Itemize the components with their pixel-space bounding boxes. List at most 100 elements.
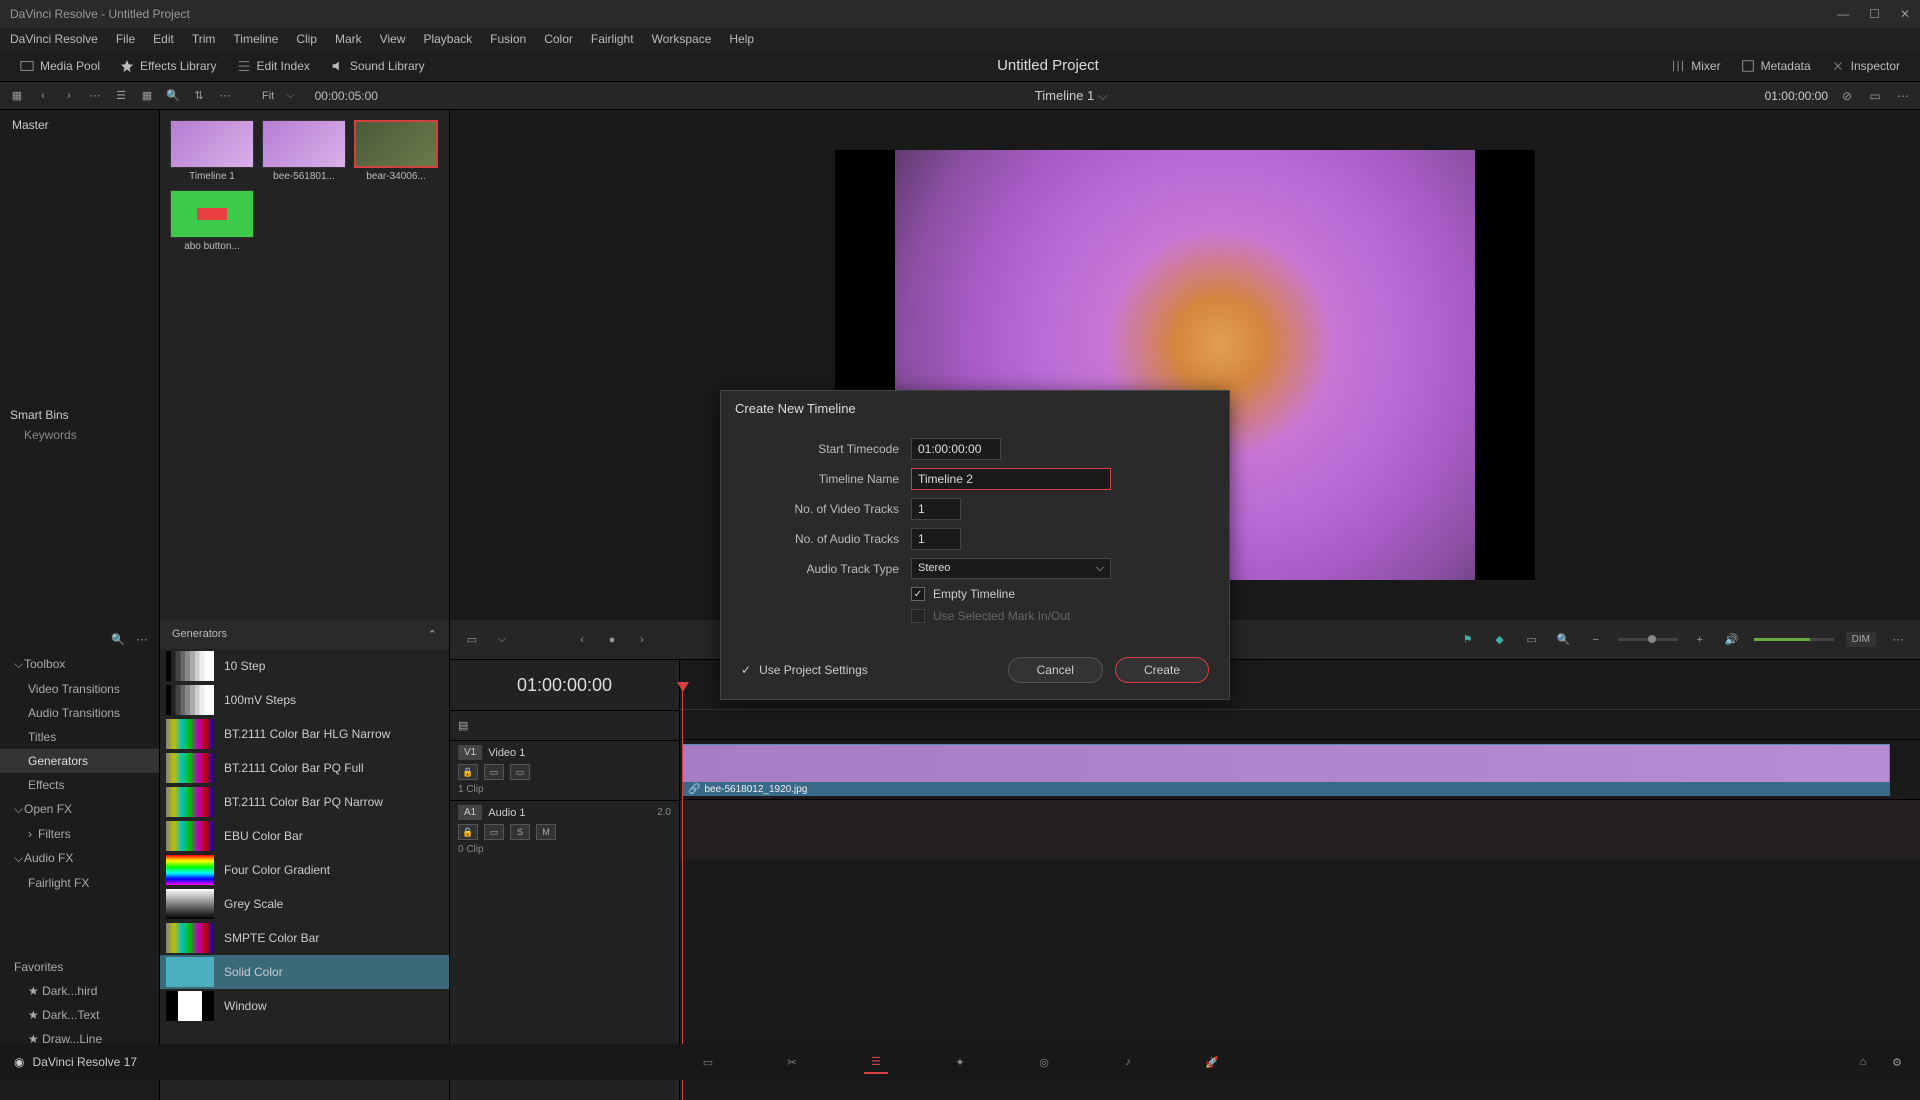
search-icon[interactable]: 🔍 xyxy=(109,630,127,648)
speaker-icon[interactable]: 🔊 xyxy=(1722,630,1742,650)
zoom-out-icon[interactable]: − xyxy=(1586,630,1606,650)
fx-effects[interactable]: Effects xyxy=(0,773,159,797)
menu-item[interactable]: View xyxy=(380,32,406,46)
solo-button[interactable]: S xyxy=(510,824,530,840)
menu-item[interactable]: Playback xyxy=(423,32,472,46)
next-edit-icon[interactable]: › xyxy=(632,630,652,650)
bin-view-icon[interactable]: ▦ xyxy=(8,87,26,105)
menu-item[interactable]: Fusion xyxy=(490,32,526,46)
edit-page-icon[interactable]: ☰ xyxy=(864,1050,888,1074)
volume-slider[interactable] xyxy=(1754,638,1834,641)
edit-index-button[interactable]: Edit Index xyxy=(227,55,320,77)
cut-page-icon[interactable]: ✂ xyxy=(780,1050,804,1074)
fit-dropdown[interactable]: Fit xyxy=(262,90,274,102)
smart-bins-header[interactable]: Smart Bins xyxy=(10,408,149,422)
options-icon[interactable]: ⋯ xyxy=(1888,630,1908,650)
empty-timeline-checkbox[interactable]: ✓ xyxy=(911,587,925,601)
mute-button[interactable]: M xyxy=(536,824,556,840)
marker-icon[interactable]: ◆ xyxy=(1490,630,1510,650)
video-track-lane[interactable]: 🔗bee-5618012_1920.jpg xyxy=(680,740,1920,800)
search-icon[interactable]: 🔍 xyxy=(1554,630,1574,650)
menu-item[interactable]: Edit xyxy=(153,32,174,46)
menu-item[interactable]: Clip xyxy=(296,32,317,46)
menu-item[interactable]: Mark xyxy=(335,32,362,46)
metadata-button[interactable]: Metadata xyxy=(1731,55,1821,77)
auto-select-icon[interactable]: ▭ xyxy=(484,764,504,780)
fairlight-page-icon[interactable]: ♪ xyxy=(1116,1050,1140,1074)
home-icon[interactable]: ⌂ xyxy=(1854,1053,1872,1071)
fx-fairlight[interactable]: Fairlight FX xyxy=(0,871,159,895)
generator-item[interactable]: BT.2111 Color Bar HLG Narrow xyxy=(160,717,449,751)
fx-generators[interactable]: Generators xyxy=(0,749,159,773)
audio-type-select[interactable]: Stereo⌵ xyxy=(911,558,1111,579)
dim-button[interactable]: DIM xyxy=(1846,632,1876,647)
nav-back-icon[interactable]: ‹ xyxy=(34,87,52,105)
media-pool-button[interactable]: Media Pool xyxy=(10,55,110,77)
menu-item[interactable]: Workspace xyxy=(652,32,712,46)
menu-item[interactable]: Help xyxy=(729,32,754,46)
generator-item[interactable]: Window xyxy=(160,989,449,1023)
playhead[interactable] xyxy=(682,690,683,1100)
bypass-icon[interactable]: ⊘ xyxy=(1838,87,1856,105)
options-icon[interactable]: ⋯ xyxy=(216,87,234,105)
generator-item[interactable]: 100mV Steps xyxy=(160,683,449,717)
menu-item[interactable]: Color xyxy=(544,32,573,46)
minimize-icon[interactable]: — xyxy=(1837,7,1849,21)
generator-item[interactable]: 10 Step xyxy=(160,649,449,683)
media-page-icon[interactable]: ▭ xyxy=(696,1050,720,1074)
generator-item[interactable]: Four Color Gradient xyxy=(160,853,449,887)
sort-icon[interactable]: ⇅ xyxy=(190,87,208,105)
clip-thumbnail[interactable]: abo button... xyxy=(170,190,254,252)
generator-item[interactable]: BT.2111 Color Bar PQ Narrow xyxy=(160,785,449,819)
menu-item[interactable]: File xyxy=(116,32,135,46)
cancel-button[interactable]: Cancel xyxy=(1008,657,1103,683)
chevron-down-icon[interactable]: ⌵ xyxy=(492,630,512,650)
video-tracks-input[interactable]: 1 xyxy=(911,498,961,520)
options-icon[interactable]: ⋯ xyxy=(133,630,151,648)
maximize-icon[interactable]: ☐ xyxy=(1869,7,1880,21)
deliver-page-icon[interactable]: 🚀 xyxy=(1200,1050,1224,1074)
generator-item[interactable]: Solid Color xyxy=(160,955,449,989)
keywords-bin[interactable]: Keywords xyxy=(10,422,149,448)
create-button[interactable]: Create xyxy=(1115,657,1209,683)
more-icon[interactable]: ⋯ xyxy=(86,87,104,105)
fav-item[interactable]: ★ Dark...hird xyxy=(0,979,159,1003)
clip-thumbnail[interactable]: Timeline 1 xyxy=(170,120,254,182)
use-project-settings-checkbox[interactable]: ✓ xyxy=(741,663,751,677)
color-page-icon[interactable]: ◎ xyxy=(1032,1050,1056,1074)
sound-library-button[interactable]: Sound Library xyxy=(320,55,435,77)
timeline-name-input[interactable]: Timeline 2 xyxy=(911,468,1111,490)
prev-edit-icon[interactable]: ‹ xyxy=(572,630,592,650)
audio-tracks-input[interactable]: 1 xyxy=(911,528,961,550)
toolbox-header[interactable]: ⌵Toolbox xyxy=(0,652,159,677)
flag-icon[interactable]: ⚑ xyxy=(1458,630,1478,650)
thumb-view-icon[interactable]: ▦ xyxy=(138,87,156,105)
selection-tool-icon[interactable]: ▭ xyxy=(462,630,482,650)
disable-icon[interactable]: ▭ xyxy=(510,764,530,780)
auto-select-icon[interactable]: ▭ xyxy=(484,824,504,840)
collapse-icon[interactable]: ⌃ xyxy=(428,628,437,641)
nav-fwd-icon[interactable]: › xyxy=(60,87,78,105)
menu-item[interactable]: DaVinci Resolve xyxy=(10,32,98,46)
clip-thumbnail[interactable]: bee-561801... xyxy=(262,120,346,182)
audio-track-lane[interactable] xyxy=(680,800,1920,860)
close-icon[interactable]: ✕ xyxy=(1900,7,1910,21)
openfx-header[interactable]: ⌵Open FX xyxy=(0,797,159,822)
menu-item[interactable]: Timeline xyxy=(233,32,278,46)
master-bin[interactable]: Master xyxy=(0,110,159,140)
effects-library-button[interactable]: Effects Library xyxy=(110,55,226,77)
lock-icon[interactable]: 🔒 xyxy=(458,764,478,780)
tool-icon[interactable]: ▭ xyxy=(1522,630,1542,650)
search-icon[interactable]: 🔍 xyxy=(164,87,182,105)
track-badge[interactable]: V1 xyxy=(458,745,482,760)
mixer-button[interactable]: Mixer xyxy=(1661,55,1730,77)
timeline-name[interactable]: Timeline 1 xyxy=(1035,88,1094,103)
clip-thumbnail[interactable]: bear-34006... xyxy=(354,120,438,182)
fx-video-transitions[interactable]: Video Transitions xyxy=(0,677,159,701)
fx-titles[interactable]: Titles xyxy=(0,725,159,749)
inspector-button[interactable]: Inspector xyxy=(1821,55,1910,77)
fav-item[interactable]: ★ Dark...Text xyxy=(0,1003,159,1027)
generator-item[interactable]: SMPTE Color Bar xyxy=(160,921,449,955)
start-timecode-input[interactable]: 01:00:00:00 xyxy=(911,438,1001,460)
menu-item[interactable]: Trim xyxy=(192,32,216,46)
